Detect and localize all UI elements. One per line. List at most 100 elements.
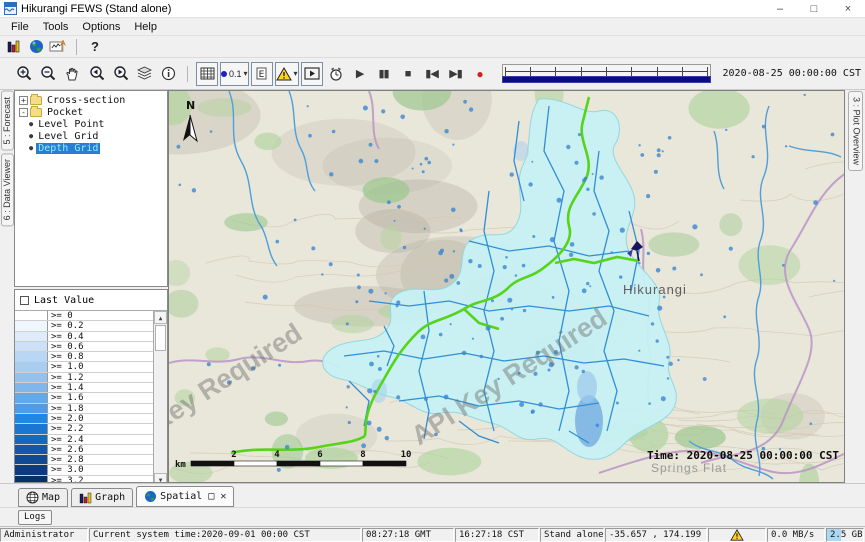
map-viewport[interactable]: API Key Required API Key Required Hikura… [168, 90, 845, 483]
minimize-button[interactable]: – [763, 0, 797, 17]
tab-map[interactable]: Map [18, 488, 68, 507]
info-icon[interactable] [157, 62, 179, 86]
help-button[interactable]: ? [85, 37, 105, 57]
layers-icon[interactable] [133, 62, 155, 86]
app-logo-icon [4, 2, 17, 15]
contour-threshold-dropdown[interactable]: 0.1 ▾ [220, 62, 249, 86]
tab-restore-icon[interactable]: □ [208, 491, 214, 502]
bullet-icon: ● [29, 132, 33, 140]
left-tab-strip: 5 : Forecast 6 : Data Viewer [0, 90, 14, 483]
globe-icon [144, 490, 157, 503]
tree-item-label-selected[interactable]: Depth Grid [36, 143, 100, 154]
legend-row: >= 3.2 [15, 476, 153, 483]
tree-item-level-point[interactable]: ● Level Point [15, 118, 167, 130]
legend-row: >= 0.2 [15, 321, 153, 331]
time-slider-track[interactable] [502, 64, 711, 76]
legend-row: >= 2.2 [15, 424, 153, 434]
scroll-down-icon[interactable]: ▼ [154, 473, 167, 483]
scale-label: 4 [274, 450, 280, 460]
map-time-overlay: Time: 2020-08-25 00:00:00 CST [647, 449, 839, 462]
zoom-next-icon[interactable] [109, 62, 131, 86]
status-memory: 2.5 GB [826, 528, 864, 542]
chevron-down-icon: ▾ [294, 69, 298, 78]
last-value-checkbox[interactable] [20, 296, 29, 305]
data-display-icon[interactable] [4, 37, 24, 57]
tree-item-label[interactable]: Level Grid [36, 131, 100, 142]
logs-button[interactable]: Logs [18, 510, 52, 525]
map-canvas[interactable]: API Key Required API Key Required Hikura… [169, 91, 845, 483]
close-button[interactable]: × [831, 0, 865, 17]
scroll-up-icon[interactable]: ▲ [154, 311, 167, 324]
legend-row: >= 0 [15, 311, 153, 321]
warning-threshold-dropdown[interactable]: ▾ [275, 62, 299, 86]
tab-spatial[interactable]: Spatial □ ✕ [136, 486, 234, 507]
tree-item-label[interactable]: Cross-section [45, 95, 127, 106]
zoom-previous-icon[interactable] [85, 62, 107, 86]
stop-button[interactable]: ■ [397, 62, 419, 86]
scale-unit: km [175, 460, 186, 470]
tree-item-pocket[interactable]: - Pocket [15, 106, 167, 118]
tree-item-level-grid[interactable]: ● Level Grid [15, 130, 167, 142]
pause-button[interactable]: ▮▮ [373, 62, 395, 86]
legend-panel: Last Value >= 0>= 0.2>= 0.4>= 0.6>= 0.8>… [14, 289, 168, 483]
legend-row: >= 0.4 [15, 332, 153, 342]
threshold-value: 0.1 [229, 69, 242, 79]
legend-scrollbar[interactable]: ▲ ▼ [153, 311, 167, 483]
place-label-hikurangi: Hikurangi [623, 282, 687, 297]
tree-item-depth-grid[interactable]: ● Depth Grid [15, 142, 167, 154]
current-datetime: 2020-08-25 00:00:00 CST [723, 68, 861, 79]
legend-row: >= 1.8 [15, 404, 153, 414]
collapse-icon[interactable]: - [19, 108, 28, 117]
scale-label: 10 [401, 450, 412, 460]
scale-label: 2 [231, 450, 236, 460]
pan-icon[interactable] [61, 62, 83, 86]
tab-forecast[interactable]: 5 : Forecast [1, 91, 14, 151]
play-button[interactable]: ▶ [349, 62, 371, 86]
legend-header: Last Value [15, 290, 167, 310]
tree-item-cross-section[interactable]: + Cross-section [15, 94, 167, 106]
tree-item-label[interactable]: Level Point [36, 119, 106, 130]
tab-graph[interactable]: Graph [71, 488, 133, 507]
bottom-tab-bar: Map Graph Spatial □ ✕ [0, 483, 865, 507]
toolbar-separator [76, 39, 77, 55]
menu-file[interactable]: File [4, 21, 36, 33]
tab-close-icon[interactable]: ✕ [220, 491, 226, 502]
expand-icon[interactable]: + [19, 96, 28, 105]
maximize-button[interactable]: □ [797, 0, 831, 17]
tree-item-label[interactable]: Pocket [45, 107, 85, 118]
label-toggle-button[interactable]: E [251, 62, 273, 86]
status-warning[interactable] [708, 528, 766, 542]
bullet-icon: ● [29, 144, 33, 152]
time-slider[interactable] [502, 64, 711, 83]
last-value-label: Last Value [34, 295, 94, 306]
memory-label: 2.5 GB [830, 530, 863, 540]
legend-row: >= 0.8 [15, 352, 153, 362]
threshold-dot-icon [221, 71, 227, 77]
zoom-in-icon[interactable] [13, 62, 35, 86]
tab-spatial-label: Spatial [160, 491, 202, 502]
tab-data-viewer[interactable]: 6 : Data Viewer [1, 153, 14, 226]
north-label: N [186, 99, 195, 112]
legend-row: >= 2.0 [15, 414, 153, 424]
animation-dialog-button[interactable] [301, 62, 323, 86]
warning-icon [730, 529, 744, 541]
spatial-display-icon[interactable] [26, 37, 46, 57]
map-toolbar: 0.1 ▾ E ▾ ▶ ▮▮ ■ ▮◀ ▶▮ ● 2020-08-25 00:0… [0, 58, 865, 90]
legend-row: >= 2.8 [15, 455, 153, 465]
menu-help[interactable]: Help [127, 21, 164, 33]
tab-plot-overview[interactable]: 3 : Plot Overview [848, 91, 863, 171]
zoom-out-icon[interactable] [37, 62, 59, 86]
record-button[interactable]: ● [469, 62, 491, 86]
grid-toggle-button[interactable] [196, 62, 218, 86]
menu-tools[interactable]: Tools [36, 21, 76, 33]
scrollbar-thumb[interactable] [155, 325, 166, 351]
menu-options[interactable]: Options [75, 21, 127, 33]
animation-settings-icon[interactable] [325, 62, 347, 86]
bar-chart-icon [79, 492, 92, 504]
status-mode: Stand alone [540, 528, 604, 542]
timeseries-dialog-icon[interactable] [48, 37, 68, 57]
globe-wireframe-icon [26, 491, 39, 504]
svg-text:E: E [259, 70, 265, 80]
step-forward-button[interactable]: ▶▮ [445, 62, 467, 86]
step-back-button[interactable]: ▮◀ [421, 62, 443, 86]
